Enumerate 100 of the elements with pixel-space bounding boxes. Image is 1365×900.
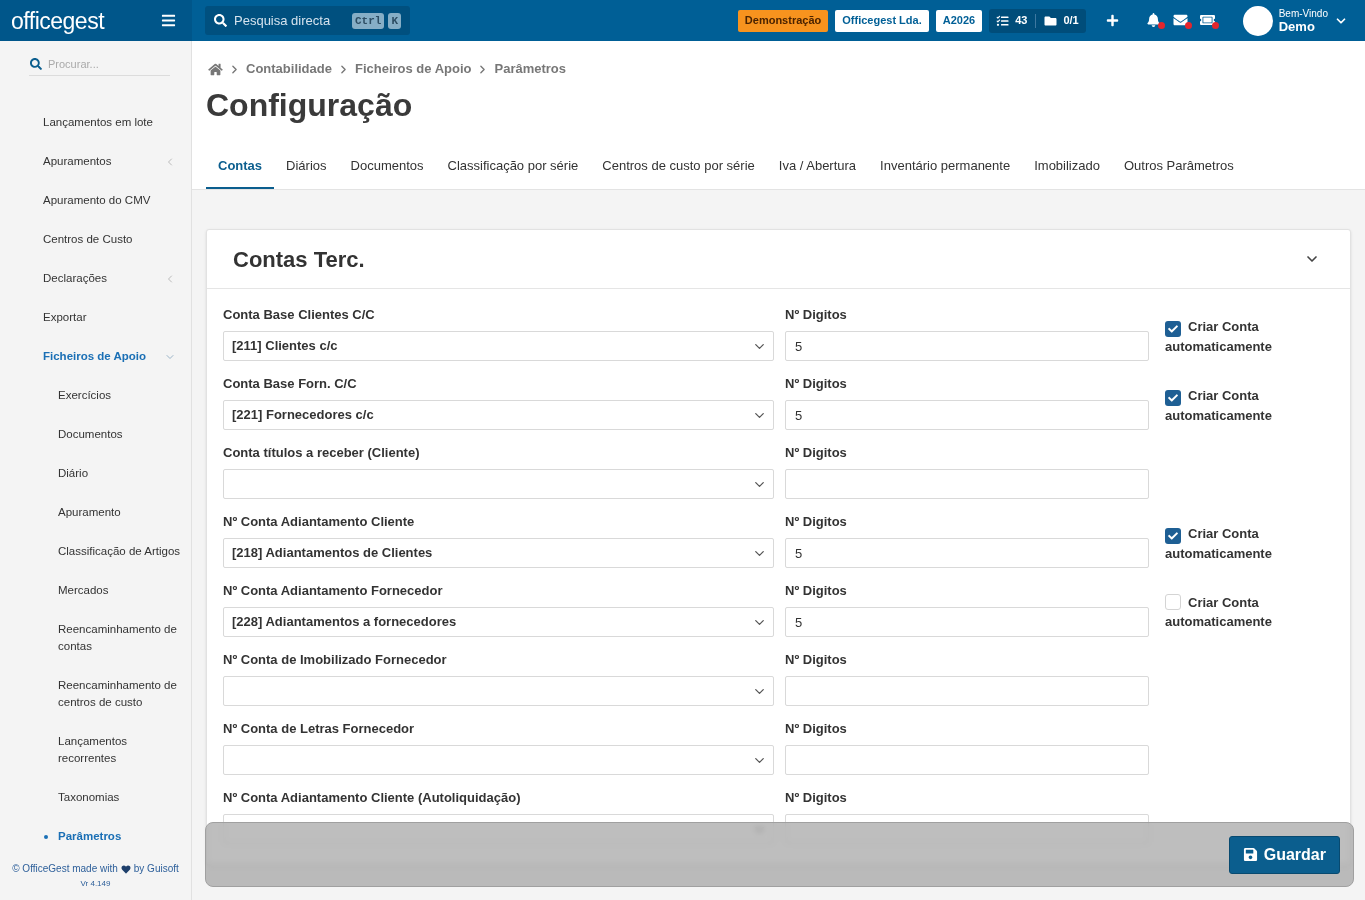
- checkbox[interactable]: [1165, 390, 1181, 406]
- field-label: Nº Conta Adiantamento Cliente: [223, 513, 416, 530]
- field-label: Conta títulos a receber (Cliente): [223, 444, 421, 461]
- sidebar-subitem[interactable]: Classificação de Artigos: [58, 532, 184, 571]
- folder-icon: [1044, 14, 1058, 27]
- save-icon: [1242, 847, 1258, 862]
- auto-create-option[interactable]: Criar Conta automaticamente: [1165, 317, 1295, 356]
- sidebar-subitem[interactable]: Apuramento: [58, 493, 184, 532]
- context-badge[interactable]: Officegest Lda.: [835, 9, 929, 32]
- sidebar-subitem[interactable]: Documentos: [58, 415, 184, 454]
- sidebar-item[interactable]: Declarações: [0, 259, 191, 298]
- tab[interactable]: Iva / Abertura: [766, 145, 869, 189]
- sidebar-subitem[interactable]: Parâmetros: [58, 817, 184, 856]
- field-label: Nº Conta de Imobilizado Fornecedor: [223, 651, 448, 668]
- tab[interactable]: Imobilizado: [1022, 145, 1112, 189]
- breadcrumb-link[interactable]: Ficheiros de Apoio: [354, 61, 472, 77]
- tab[interactable]: Inventário permanente: [868, 145, 1023, 189]
- field-label: Conta Base Forn. C/C: [223, 375, 358, 392]
- tab[interactable]: Classificação por série: [435, 145, 591, 189]
- sidebar-subitem[interactable]: Diário: [58, 454, 184, 493]
- add-button[interactable]: [1105, 14, 1119, 27]
- breadcrumb-link[interactable]: Contabilidade: [246, 61, 332, 77]
- shortcut-key: K: [388, 12, 401, 29]
- sidebar-item[interactable]: Apuramentos: [0, 142, 191, 181]
- auto-create-option[interactable]: Criar Conta automaticamente: [1165, 593, 1295, 631]
- account-select[interactable]: [221] Fornecedores c/c: [223, 400, 774, 430]
- digits-input[interactable]: [785, 676, 1149, 706]
- breadcrumb-link[interactable]: Parâmetros: [494, 61, 567, 77]
- field-label: Nº Digitos: [785, 375, 848, 392]
- menu-icon: [160, 13, 177, 28]
- field-label: Nº Digitos: [785, 513, 848, 530]
- sidebar-item[interactable]: Lançamentos em lote: [0, 103, 191, 142]
- digits-input[interactable]: [785, 469, 1149, 499]
- field-label: Nº Digitos: [785, 789, 848, 806]
- sidebar-item[interactable]: Exportar: [0, 298, 191, 337]
- bell-icon: [1145, 12, 1161, 27]
- account-select[interactable]: [211] Clientes c/c: [223, 331, 774, 361]
- notifications-button[interactable]: [1145, 12, 1165, 29]
- shortcut-key: Ctrl: [352, 12, 385, 29]
- field-label: Nº Digitos: [785, 582, 848, 599]
- checkbox[interactable]: [1165, 528, 1181, 544]
- sidebar-item[interactable]: Apuramento do CMV: [0, 181, 191, 220]
- field-label: Nº Conta Adiantamento Fornecedor: [223, 582, 444, 599]
- field-label: Conta Base Clientes C/C: [223, 306, 376, 323]
- save-button[interactable]: Guardar: [1228, 835, 1340, 874]
- search-icon: [30, 58, 42, 70]
- card-title: Contas Terc.: [233, 245, 365, 274]
- ticket-icon: [1199, 12, 1215, 27]
- account-select[interactable]: [228] Adiantamentos a fornecedores: [223, 607, 774, 637]
- sidebar-item[interactable]: Ficheiros de Apoio: [0, 337, 191, 376]
- checkbox[interactable]: [1165, 321, 1181, 337]
- envelope-icon: [1172, 12, 1188, 27]
- account-select[interactable]: [218] Adiantamentos de Clientes: [223, 538, 774, 568]
- checklist-icon: [996, 14, 1010, 27]
- field-label: Nº Digitos: [785, 306, 848, 323]
- avatar[interactable]: [1242, 5, 1273, 36]
- greeting-text: Bem-Vindo: [1278, 7, 1328, 20]
- checkbox[interactable]: [1165, 594, 1181, 610]
- field-label: Nº Digitos: [785, 444, 848, 461]
- auto-create-option[interactable]: Criar Conta automaticamente: [1165, 386, 1295, 425]
- context-badge[interactable]: A2026: [935, 9, 983, 32]
- version-text: Vr 4.149: [79, 879, 112, 889]
- sidebar-subitem[interactable]: Reencaminhamento de centros de custo: [58, 666, 184, 722]
- plus-icon: [1105, 14, 1119, 27]
- tab[interactable]: Documentos: [338, 145, 436, 189]
- credit-text: © OfficeGest made with: [12, 862, 118, 876]
- sidebar-item[interactable]: Centros de Custo: [0, 220, 191, 259]
- field-label: Nº Digitos: [785, 720, 848, 737]
- sidebar-subitem[interactable]: Reencaminhamento de contas: [58, 610, 184, 666]
- search-icon: [214, 14, 227, 27]
- field-label: Nº Conta Adiantamento Cliente (Autoliquidação): [223, 789, 522, 806]
- sidebar-subitem[interactable]: Mercados: [58, 571, 184, 610]
- check-icon: [1168, 324, 1178, 334]
- digits-input[interactable]: 5: [785, 331, 1149, 361]
- tab[interactable]: Outros Parâmetros: [1111, 145, 1246, 189]
- sidebar-subitem[interactable]: Taxonomias: [58, 778, 184, 817]
- check-icon: [1168, 393, 1178, 403]
- tasks-counter[interactable]: 43: [996, 12, 1028, 29]
- field-label: Nº Conta de Letras Fornecedor: [223, 720, 416, 737]
- digits-input[interactable]: 5: [785, 538, 1149, 568]
- auto-create-option[interactable]: Criar Conta automaticamente: [1165, 524, 1295, 563]
- home-icon[interactable]: [208, 62, 223, 76]
- tickets-button[interactable]: [1199, 12, 1219, 29]
- digits-input[interactable]: [785, 745, 1149, 775]
- demo-badge[interactable]: Demonstração: [737, 9, 829, 32]
- sidebar-subitem[interactable]: Lançamentos recorrentes: [58, 722, 184, 778]
- folders-counter[interactable]: 0/1: [1044, 12, 1079, 29]
- menu-button[interactable]: [160, 13, 177, 28]
- user-name: Demo: [1278, 19, 1316, 34]
- heart-icon: [120, 864, 131, 874]
- field-label: Nº Digitos: [785, 651, 848, 668]
- tab[interactable]: Centros de custo por série: [590, 145, 767, 189]
- tab[interactable]: Diários: [274, 145, 339, 189]
- digits-input[interactable]: 5: [785, 607, 1149, 637]
- sidebar-subitem[interactable]: Exercícios: [58, 376, 184, 415]
- digits-input[interactable]: 5: [785, 400, 1149, 430]
- messages-button[interactable]: [1172, 12, 1192, 29]
- credit-link[interactable]: by Guisoft: [133, 862, 179, 876]
- check-icon: [1168, 531, 1178, 541]
- search-field[interactable]: Pesquisa directa Ctrl K: [205, 6, 410, 35]
